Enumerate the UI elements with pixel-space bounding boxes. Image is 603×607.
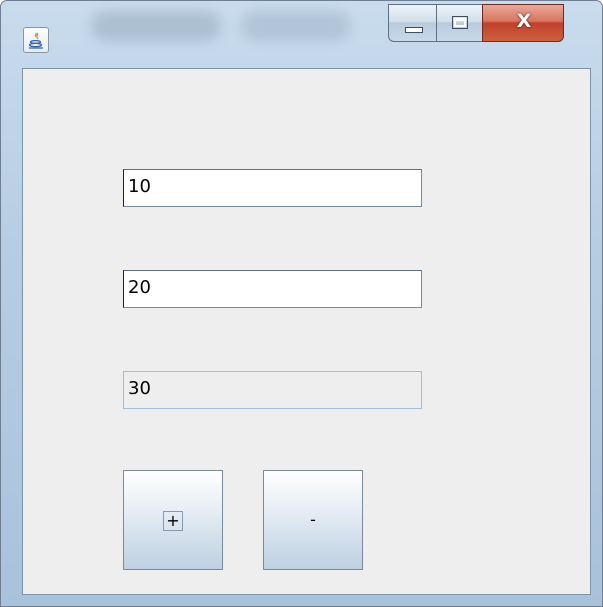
add-button[interactable]: + bbox=[123, 470, 223, 570]
close-icon: X bbox=[516, 10, 532, 32]
add-button-label: + bbox=[163, 511, 183, 531]
subtract-button-label: - bbox=[310, 510, 316, 529]
result-field: 30 bbox=[123, 371, 422, 409]
java-icon[interactable] bbox=[23, 27, 49, 53]
maximize-icon bbox=[452, 16, 468, 29]
title-bar-glass bbox=[241, 11, 351, 41]
minimize-button[interactable] bbox=[388, 4, 436, 42]
close-button[interactable]: X bbox=[482, 4, 564, 42]
second-number-field[interactable]: 20 bbox=[123, 270, 422, 308]
maximize-button[interactable] bbox=[436, 4, 482, 42]
subtract-button[interactable]: - bbox=[263, 470, 363, 570]
title-bar-glass bbox=[91, 11, 221, 41]
caption-buttons: X bbox=[388, 4, 564, 42]
minimize-icon bbox=[405, 27, 423, 33]
title-bar[interactable]: X bbox=[1, 1, 602, 63]
content-panel: 10 20 30 + - bbox=[22, 68, 591, 595]
first-number-field[interactable]: 10 bbox=[123, 169, 422, 207]
app-window: X 10 20 30 + - bbox=[0, 0, 603, 607]
